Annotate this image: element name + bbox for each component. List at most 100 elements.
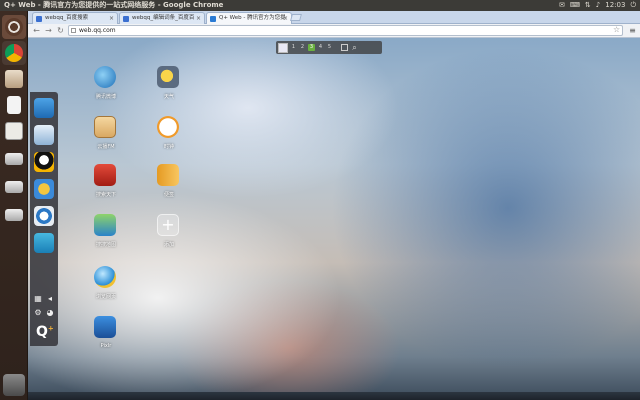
close-icon[interactable]: × (109, 13, 114, 24)
address-bar[interactable]: web.qq.com (68, 25, 623, 36)
power-icon[interactable]: ⏻ (630, 0, 636, 11)
url-text: web.qq.com (79, 27, 116, 34)
favicon-icon (123, 16, 129, 22)
app-label: 时钟 (163, 144, 174, 150)
clock-icon (157, 116, 179, 138)
reload-button[interactable]: ↻ (55, 25, 66, 36)
tab-webqq-edit[interactable]: webqq_编辑词条_百度百 × (119, 12, 205, 24)
app-label: 云播FM (97, 144, 115, 150)
trash-icon[interactable] (3, 374, 25, 396)
app-weather[interactable]: 天气 (151, 66, 187, 108)
search-icon[interactable]: ⌕ (350, 43, 359, 52)
tab-label: Q+ Web - 腾讯官方为您提 (219, 15, 286, 21)
dash-home-button[interactable] (2, 15, 26, 39)
favicon-icon (210, 16, 216, 22)
panel-indicators: ✉ ⌨ ⇅ ♪ 12:03 ⏻ (559, 0, 636, 11)
menu-icon[interactable]: ≡ (627, 25, 638, 36)
volume-icon[interactable]: ◂ (45, 294, 55, 304)
dock-app-qq-penguin-icon[interactable] (34, 152, 54, 172)
switcher-thumbnail[interactable] (278, 42, 288, 53)
document-icon (7, 96, 21, 114)
launcher-drive-3[interactable] (2, 203, 26, 227)
tab-label: webqq_编辑词条_百度百 (132, 15, 195, 21)
tab-webqq-search[interactable]: webqq_百度搜索 × (32, 12, 118, 24)
qplus-logo[interactable]: Q+ (36, 324, 54, 340)
app-search-world[interactable]: 搜索天下 (88, 164, 124, 206)
tab-qplus-web[interactable]: Q+ Web - 腾讯官方为您提 × (206, 12, 292, 24)
launcher-drive-2[interactable] (2, 175, 26, 199)
app-browse-web[interactable]: 浏览网页 (88, 266, 124, 308)
chrome-icon (5, 44, 23, 62)
dock-app-browser-icon[interactable] (34, 206, 54, 226)
app-clock[interactable]: 时钟 (151, 116, 187, 158)
clock[interactable]: 12:03 (605, 0, 625, 11)
back-button[interactable]: ← (31, 25, 42, 36)
dock-app-game-icon[interactable] (34, 179, 54, 199)
launcher-drive-1[interactable] (2, 147, 26, 171)
sound-icon[interactable]: ♪ (596, 0, 600, 11)
keyboard-icon[interactable]: ⌨ (570, 0, 580, 11)
app-label: 天气 (163, 94, 174, 100)
app-label: 腾讯微博 (95, 94, 116, 100)
theme-icon[interactable]: ◕ (45, 308, 55, 318)
grid-icon[interactable]: ▦ (33, 294, 43, 304)
file-cabinet-icon (5, 70, 23, 88)
window-title: Q+ Web - 腾讯官方为您提供的一站式网络服务 - Google Chrom… (4, 1, 224, 9)
app-label: 搜索天下 (95, 192, 116, 198)
ubuntu-logo-icon (5, 18, 23, 36)
launcher-files[interactable] (2, 67, 26, 91)
drive-icon (5, 153, 23, 165)
dock-app-shopping-bag-icon[interactable] (34, 98, 54, 118)
logo-letter: Q (36, 324, 48, 340)
app-label: 搜搜地图 (95, 242, 116, 248)
drive-icon (5, 181, 23, 193)
map-icon (94, 214, 116, 236)
app-notes[interactable]: 便签 (151, 164, 187, 206)
pixlr-icon (94, 316, 116, 338)
app-label: 添加 (163, 242, 174, 248)
new-tab-button[interactable] (290, 14, 302, 21)
weibo-icon (94, 66, 116, 88)
app-tencent-weibo[interactable]: 腾讯微博 (88, 66, 124, 108)
settings-gear-icon[interactable]: ⚙ (33, 308, 43, 318)
drive-icon (5, 209, 23, 221)
bookmark-star-icon[interactable]: ☆ (613, 25, 620, 35)
page-2[interactable]: 2 (299, 44, 306, 51)
close-icon[interactable]: × (196, 13, 201, 24)
globe-icon (94, 266, 116, 288)
launcher-text-editor[interactable] (2, 119, 26, 143)
app-add[interactable]: + 添加 (151, 214, 187, 256)
radio-icon (94, 116, 116, 138)
page-5[interactable]: 5 (326, 44, 333, 51)
launcher-chrome[interactable] (2, 41, 26, 65)
app-soso-map[interactable]: 搜搜地图 (88, 214, 124, 256)
grid-view-icon[interactable] (341, 44, 348, 51)
phone-icon (94, 164, 116, 186)
page-1[interactable]: 1 (290, 44, 297, 51)
page-icon (71, 28, 76, 33)
dock-app-cloud-icon[interactable] (34, 125, 54, 145)
network-icon[interactable]: ⇅ (585, 0, 591, 11)
qplus-dock: ▦ ◂ ⚙ ◕ Q+ (30, 92, 58, 346)
dock-app-search-icon[interactable] (34, 233, 54, 253)
favicon-icon (36, 16, 42, 22)
app-pixlr[interactable]: Pixlr (88, 316, 124, 358)
app-label: 浏览网页 (95, 294, 116, 300)
plus-icon: + (157, 214, 179, 236)
qplus-desktop: 1 2 3 4 5 ⌕ ▦ ◂ ⚙ ◕ Q+ 腾讯微博 天气 云播FM 时钟 搜… (28, 38, 640, 400)
logo-plus: + (47, 324, 54, 333)
notebook-icon (157, 164, 179, 186)
forward-button[interactable]: → (43, 25, 54, 36)
app-label: Pixlr (100, 343, 112, 349)
text-editor-icon (5, 122, 23, 140)
app-radio-fm[interactable]: 云播FM (88, 116, 124, 158)
page-switcher: 1 2 3 4 5 ⌕ (276, 41, 382, 54)
launcher-document[interactable] (2, 93, 26, 117)
weather-icon (157, 66, 179, 88)
page-3[interactable]: 3 (308, 44, 315, 51)
browser-toolbar: ← → ↻ web.qq.com ☆ ≡ (28, 24, 640, 38)
desktop-bottom-bar (28, 392, 640, 400)
close-icon[interactable]: × (283, 13, 288, 24)
page-4[interactable]: 4 (317, 44, 324, 51)
mail-icon[interactable]: ✉ (559, 0, 565, 11)
